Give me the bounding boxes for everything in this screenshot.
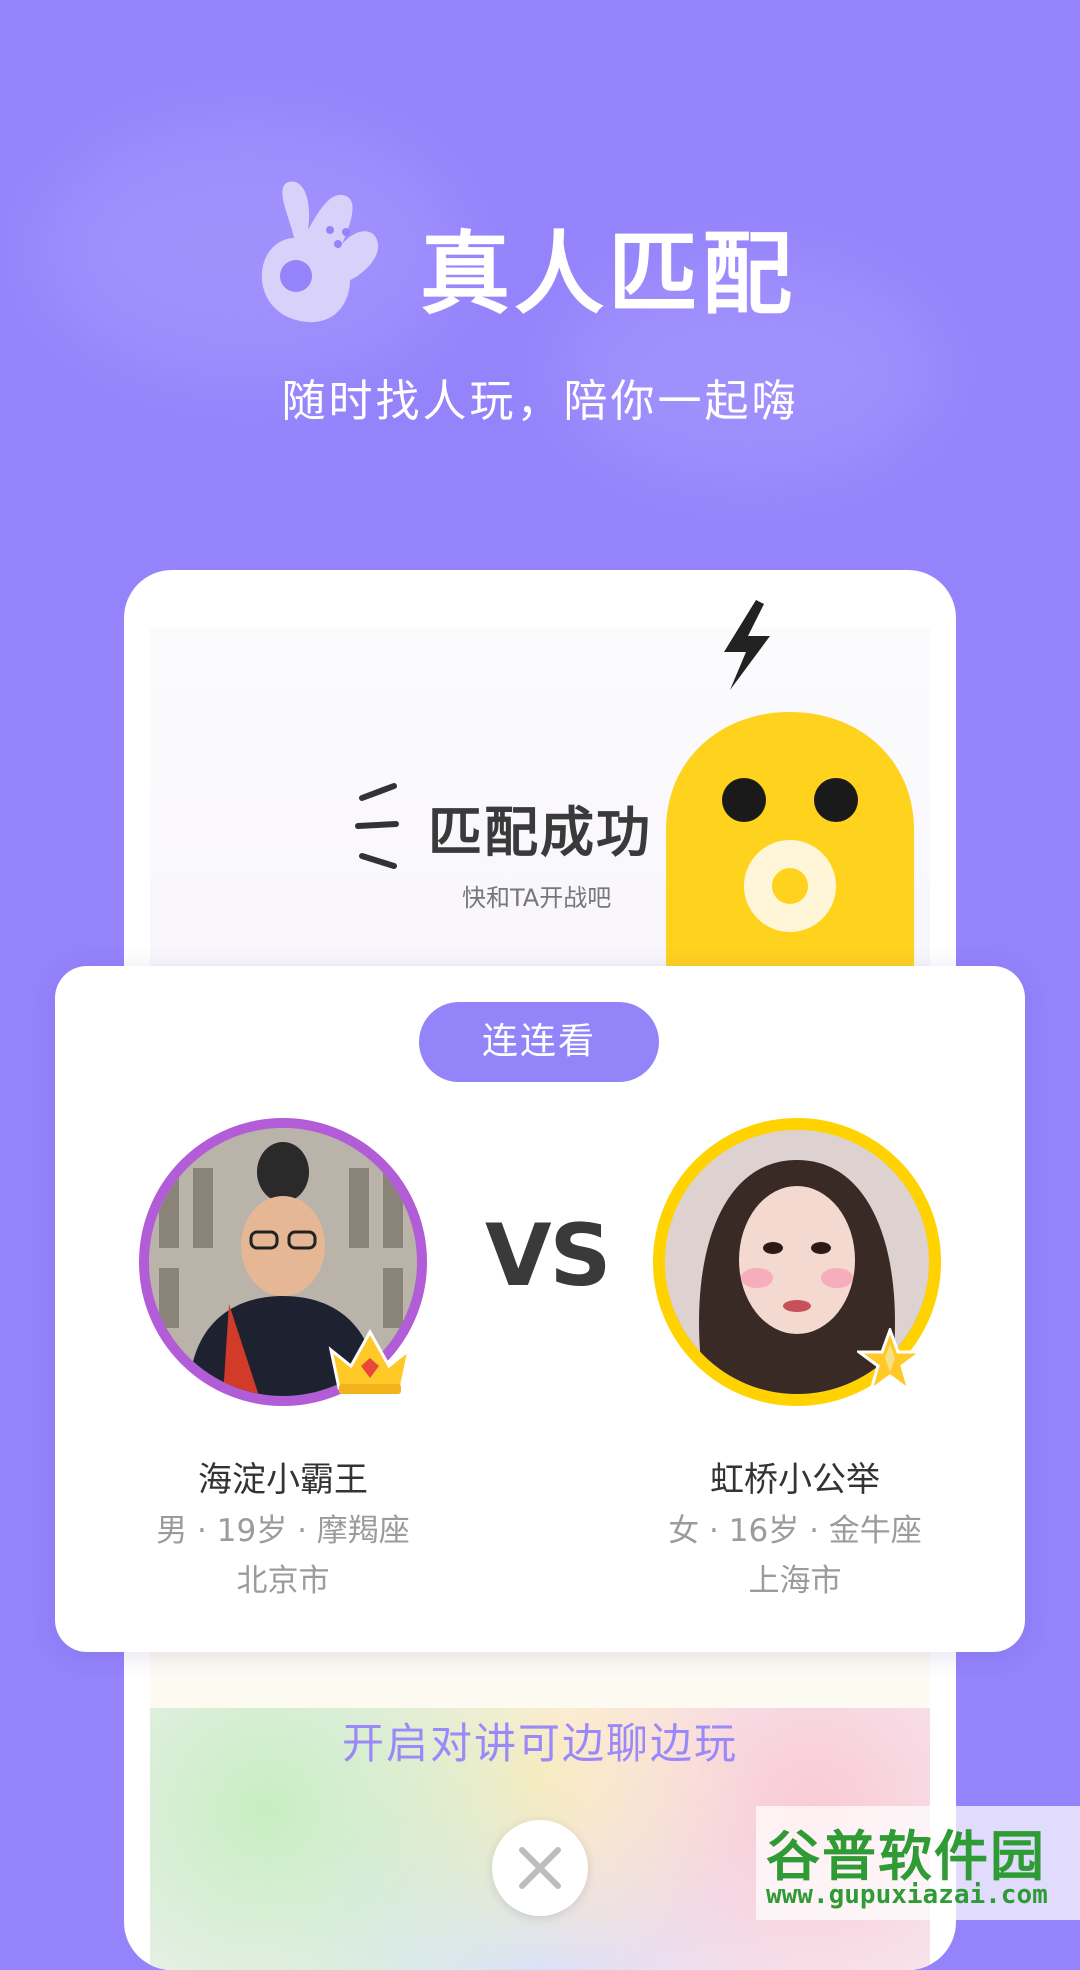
yellow-mascot-icon	[666, 600, 914, 970]
player-match-card: 连连看 VS 海淀小霸王 男 · 19岁 · 摩羯座 北京市 虹桥小公举 女 ·…	[55, 966, 1025, 1652]
crown-icon	[328, 1328, 412, 1394]
player-left-name: 海淀小霸王	[198, 1460, 368, 1500]
hero-title: 真人匹配	[420, 222, 796, 327]
player-right-city: 上海市	[748, 1563, 842, 1599]
hero-subtitle: 随时找人玩，陪你一起嗨	[281, 376, 799, 427]
voice-chat-hint: 开启对讲可边聊边玩	[341, 1719, 738, 1768]
player-right-name: 虹桥小公举	[710, 1460, 880, 1500]
vs-label: VS	[485, 1206, 612, 1306]
match-success-subtitle: 快和TA开战吧	[462, 884, 612, 912]
player-left-info: 男 · 19岁 · 摩羯座	[156, 1513, 410, 1549]
close-icon	[519, 1847, 561, 1889]
ok-hand-icon	[261, 181, 379, 323]
star-icon	[857, 1328, 923, 1394]
match-success-title: 匹配成功	[428, 801, 652, 864]
player-left-city: 北京市	[236, 1563, 330, 1599]
player-right-info: 女 · 16岁 · 金牛座	[668, 1513, 922, 1549]
watermark-url: www.gupuxiazai.com	[766, 1880, 1048, 1910]
hero-header: 真人匹配 随时找人玩，陪你一起嗨	[0, 0, 1080, 460]
speed-lines-icon	[355, 783, 399, 869]
watermark: 谷普软件园 www.gupuxiazai.com	[756, 1806, 1080, 1920]
game-name-button[interactable]: 连连看	[419, 1002, 659, 1082]
close-button[interactable]	[492, 1820, 588, 1916]
